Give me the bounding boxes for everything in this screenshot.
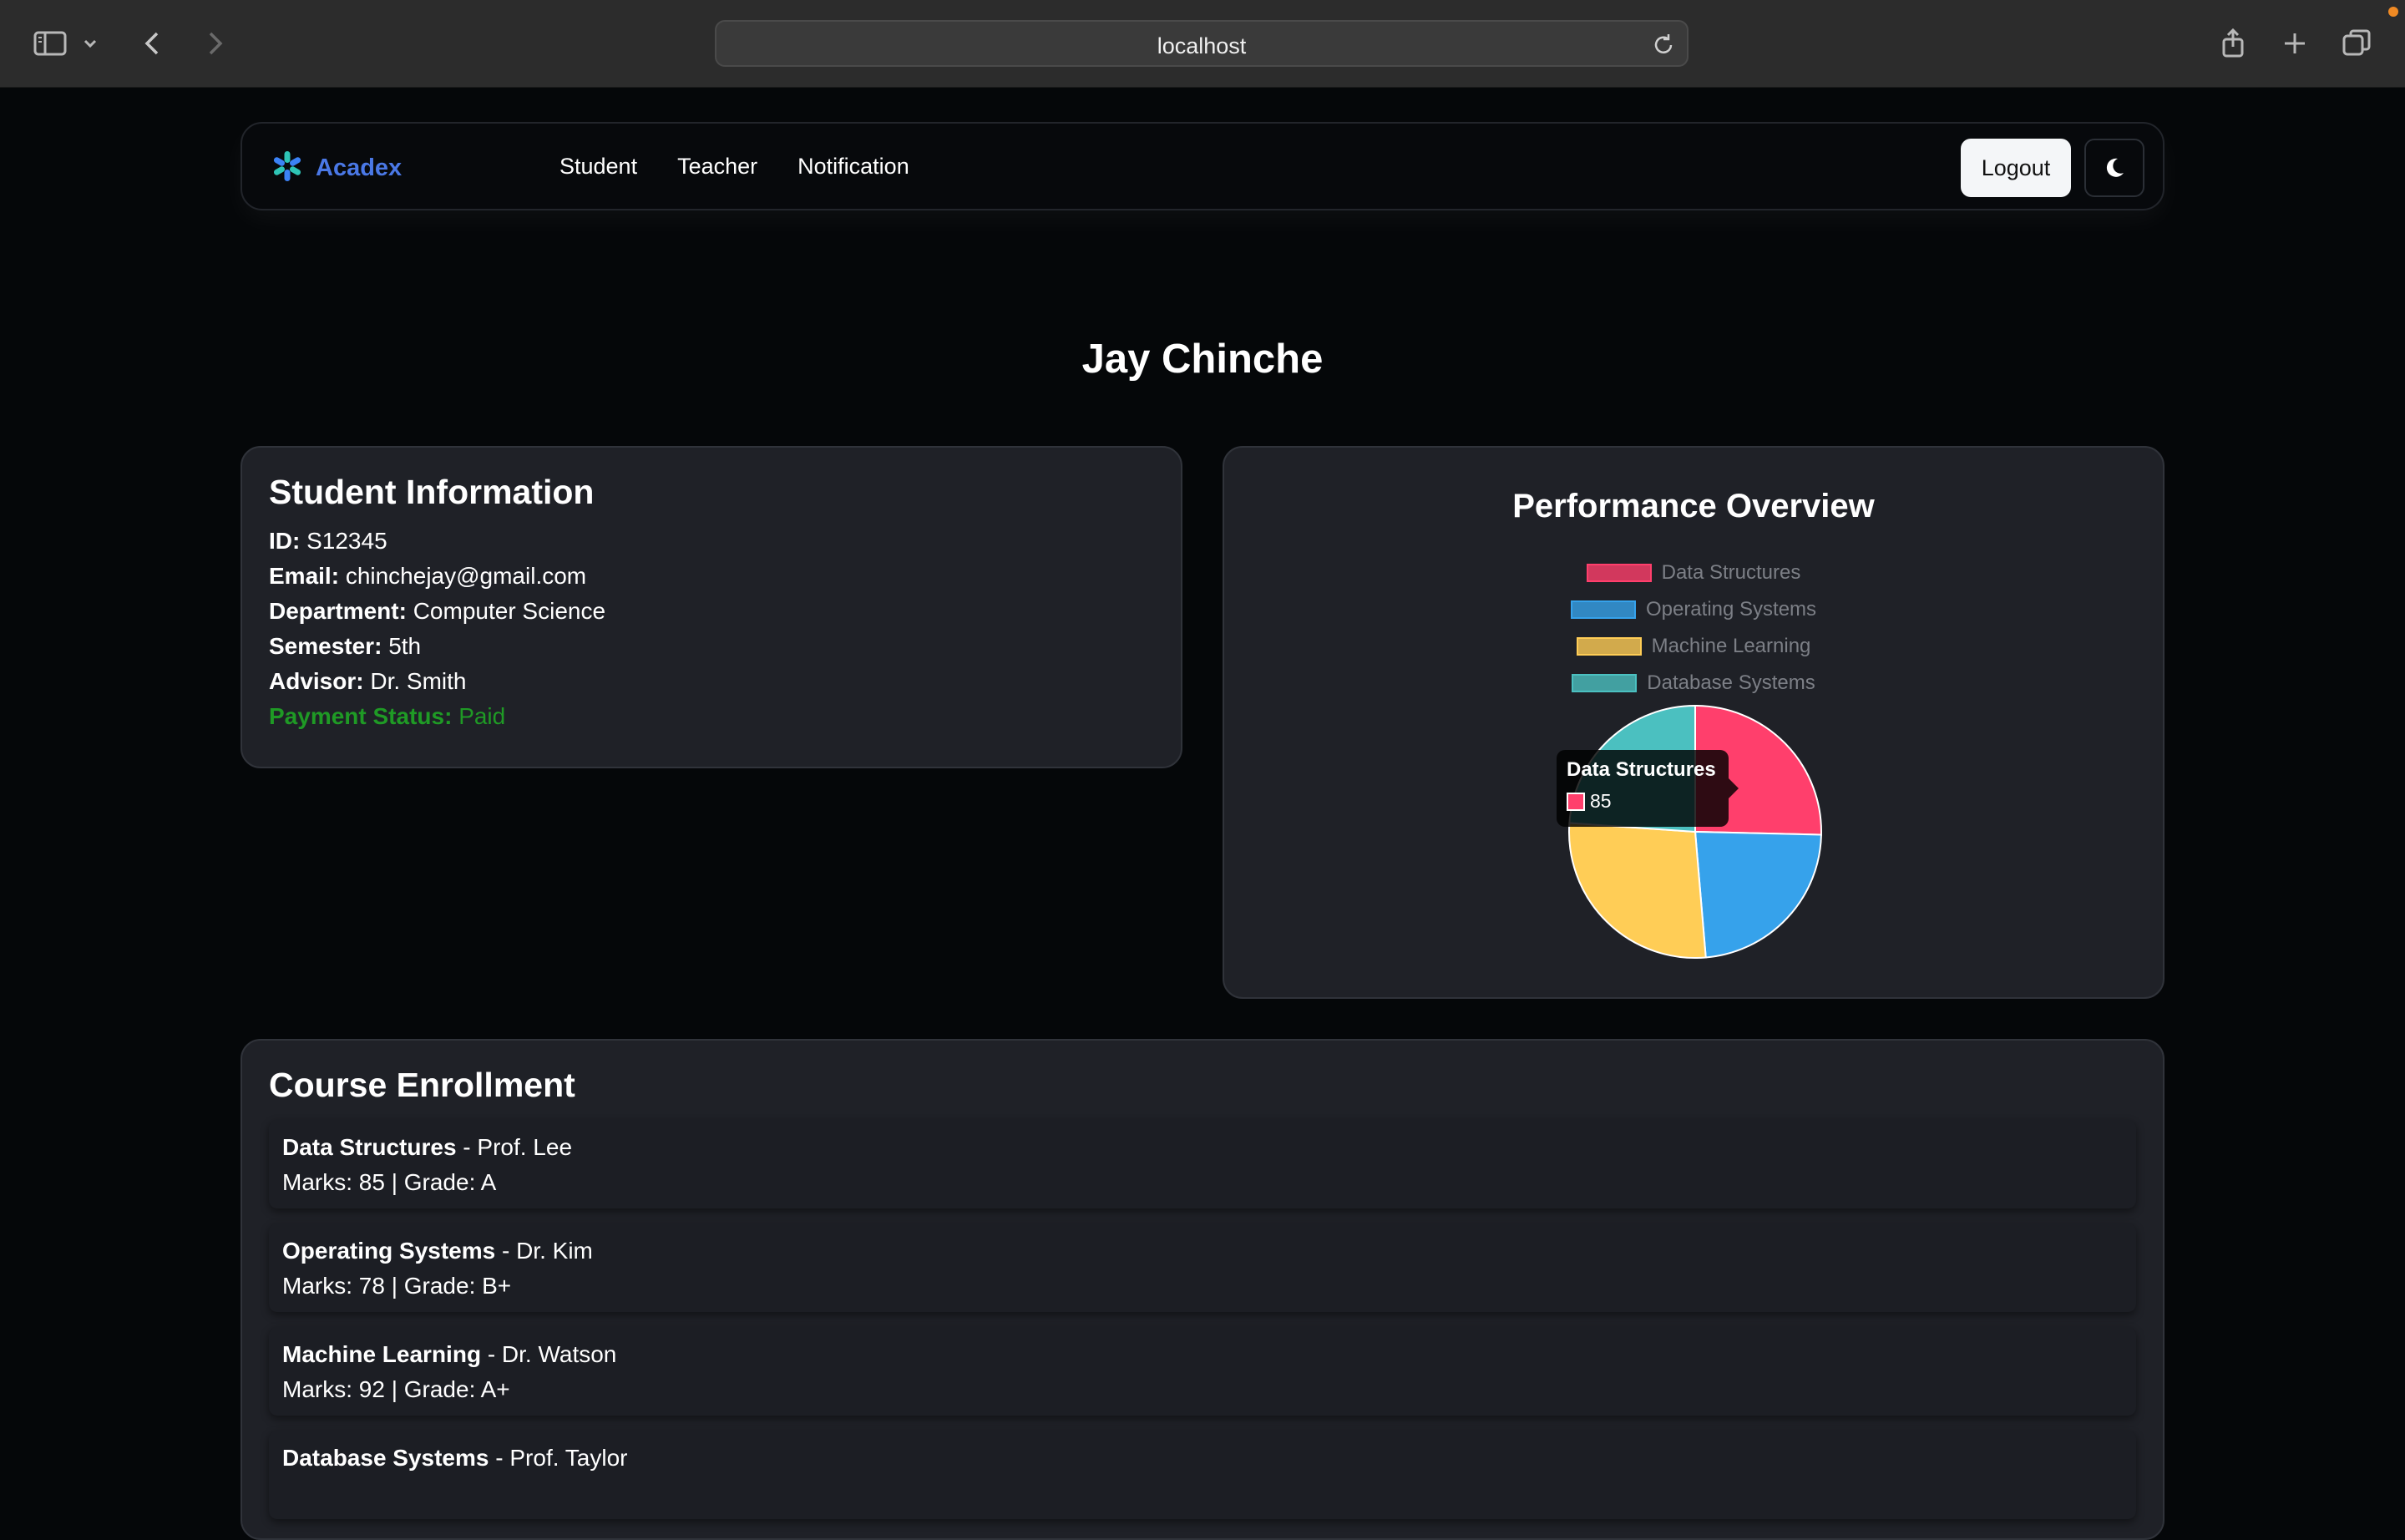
url-text: localhost xyxy=(1157,33,1247,58)
pie-chart[interactable] xyxy=(1224,448,2166,1000)
info-email: Email: chinchejay@gmail.com xyxy=(269,563,587,589)
pie-slice-operating-systems[interactable] xyxy=(1694,830,1822,959)
pie-slice-machine-learning[interactable] xyxy=(1568,822,1707,959)
course-enrollment-title: Course Enrollment xyxy=(269,1066,575,1104)
tooltip-caret xyxy=(1729,778,1739,798)
course-name: Data Structures xyxy=(282,1134,457,1160)
course-item: Database Systems - Prof. Taylor xyxy=(269,1431,2136,1519)
new-tab-icon[interactable] xyxy=(2275,23,2315,63)
nav-link-student[interactable]: Student xyxy=(559,154,637,180)
tab-overview-icon[interactable] xyxy=(2337,23,2377,63)
info-semester: Semester: 5th xyxy=(269,633,422,659)
course-teacher: - Dr. Kim xyxy=(495,1238,593,1264)
address-bar[interactable]: localhost xyxy=(715,20,1689,67)
logo-icon xyxy=(271,149,304,187)
course-enrollment-card: Course Enrollment Data Structures - Prof… xyxy=(240,1039,2164,1540)
course-marks: Marks: 92 | Grade: A+ xyxy=(282,1376,510,1402)
info-payment-status: Payment Status: Paid xyxy=(269,703,506,729)
reload-icon[interactable] xyxy=(1650,32,1677,58)
browser-toolbar: localhost xyxy=(0,0,2405,88)
moon-icon xyxy=(2106,158,2124,177)
course-name: Database Systems xyxy=(282,1445,489,1471)
logout-button[interactable]: Logout xyxy=(1961,139,2071,197)
tooltip-value: 85 xyxy=(1590,790,1612,812)
course-name: Machine Learning xyxy=(282,1341,482,1367)
tooltip-label: Data Structures xyxy=(1567,758,1716,781)
app-navbar: Acadex Student Teacher Notification Logo… xyxy=(240,122,2164,210)
course-name: Operating Systems xyxy=(282,1238,496,1264)
student-info-card: Student Information ID: S12345 Email: ch… xyxy=(240,446,1182,768)
student-info-title: Student Information xyxy=(269,473,595,511)
info-advisor: Advisor: Dr. Smith xyxy=(269,668,467,694)
sidebar-toggle-icon[interactable] xyxy=(30,23,70,63)
info-department: Department: Computer Science xyxy=(269,598,606,624)
course-item: Data Structures - Prof. Lee Marks: 85 | … xyxy=(269,1120,2136,1208)
tooltip-swatch xyxy=(1567,792,1585,811)
nav-links: Student Teacher Notification xyxy=(559,154,949,180)
brand[interactable]: Acadex xyxy=(271,149,402,187)
share-icon[interactable] xyxy=(2213,23,2253,63)
chart-tooltip: Data Structures 85 xyxy=(1557,750,1739,827)
theme-toggle-button[interactable] xyxy=(2084,139,2144,197)
info-id: ID: S12345 xyxy=(269,528,387,554)
course-item: Machine Learning - Dr. Watson Marks: 92 … xyxy=(269,1327,2136,1416)
brand-name: Acadex xyxy=(316,154,403,181)
course-marks: Marks: 85 | Grade: A xyxy=(282,1169,497,1195)
course-teacher: - Prof. Taylor xyxy=(489,1445,628,1471)
course-teacher: - Dr. Watson xyxy=(481,1341,617,1367)
student-name: Jay Chinche xyxy=(1081,337,1324,382)
nav-link-teacher[interactable]: Teacher xyxy=(677,154,757,180)
forward-arrow-icon[interactable] xyxy=(194,23,234,63)
course-marks: Marks: 78 | Grade: B+ xyxy=(282,1273,512,1299)
course-item: Operating Systems - Dr. Kim Marks: 78 | … xyxy=(269,1223,2136,1312)
chevron-down-icon[interactable] xyxy=(77,23,104,63)
notification-dot xyxy=(2388,7,2398,17)
course-teacher: - Prof. Lee xyxy=(456,1134,573,1160)
performance-card: Performance Overview Data Structures Oper… xyxy=(1223,446,2164,999)
back-arrow-icon[interactable] xyxy=(134,23,174,63)
nav-link-notification[interactable]: Notification xyxy=(797,154,909,180)
